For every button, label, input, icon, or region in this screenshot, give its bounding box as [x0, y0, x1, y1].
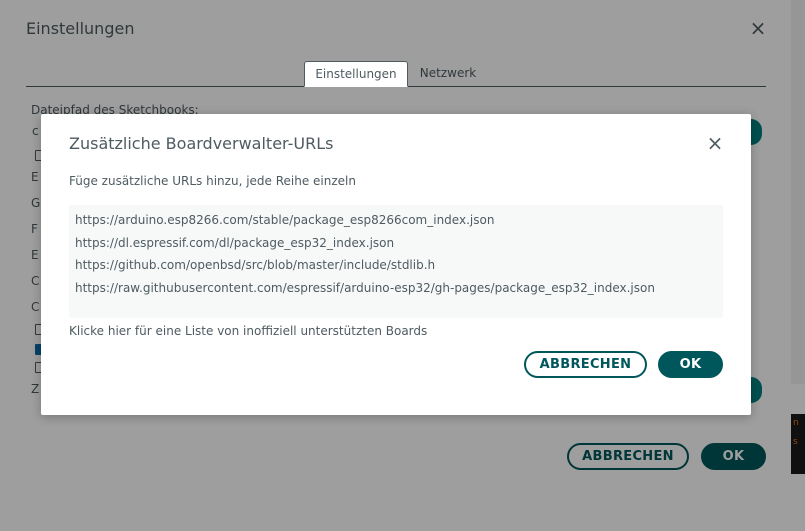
dialog-description: Füge zusätzliche URLs hinzu, jede Reihe … — [69, 174, 356, 188]
url-line: https://github.com/openbsd/src/blob/mast… — [75, 258, 436, 272]
urls-textarea[interactable]: https://arduino.esp8266.com/stable/packa… — [69, 205, 723, 318]
ok-button[interactable]: OK — [658, 351, 723, 378]
board-urls-dialog: Zusätzliche Boardverwalter-URLs × Füge z… — [41, 114, 751, 415]
close-icon[interactable]: × — [705, 133, 725, 153]
url-line: https://arduino.esp8266.com/stable/packa… — [75, 213, 495, 227]
url-line: https://raw.githubusercontent.com/espres… — [75, 280, 655, 295]
cancel-button[interactable]: ABBRECHEN — [524, 351, 647, 378]
dialog-title: Zusätzliche Boardverwalter-URLs — [69, 134, 334, 153]
unofficial-boards-link[interactable]: Klicke hier für eine Liste von inoffizie… — [69, 324, 427, 338]
tab-settings[interactable]: Einstellungen — [304, 61, 408, 87]
url-line: https://dl.espressif.com/dl/package_esp3… — [75, 235, 395, 250]
